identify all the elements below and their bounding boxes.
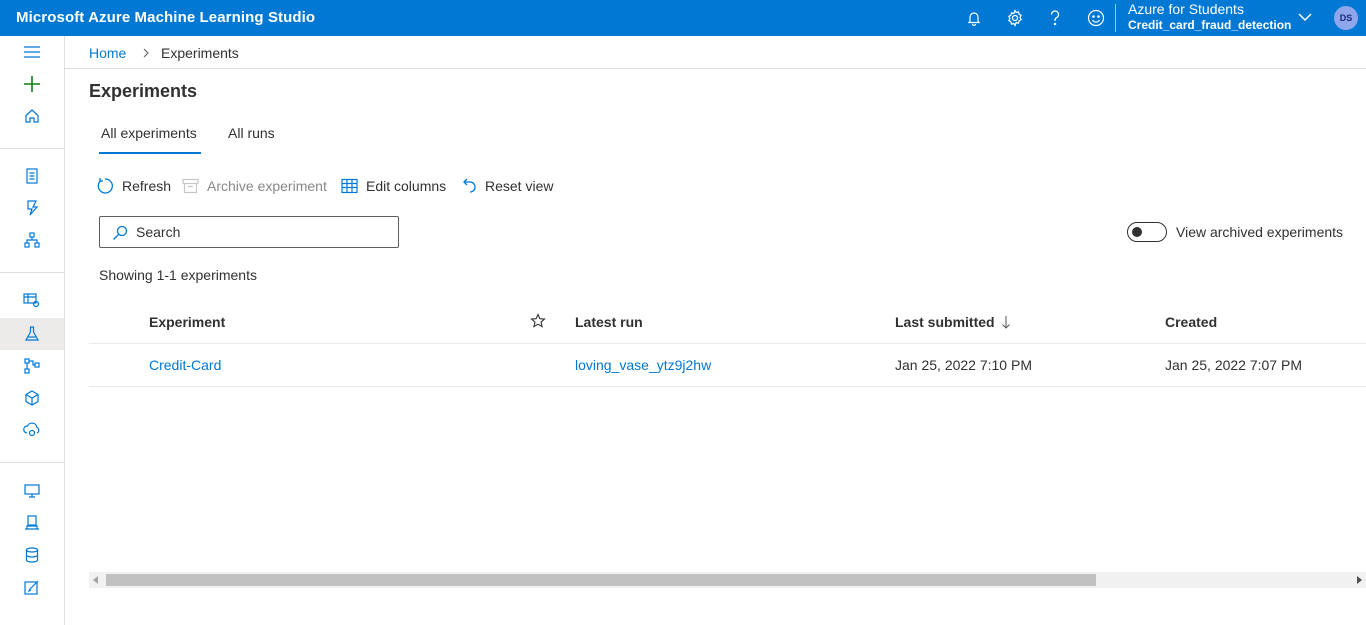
notebook-icon[interactable] [20,164,44,188]
toggle-knob [1132,227,1142,237]
active-tab-indicator [99,152,201,154]
chevron-down-icon[interactable] [1296,8,1314,26]
home-icon[interactable] [20,104,44,128]
latest-run-link[interactable]: loving_vase_ytz9j2hw [575,357,711,373]
nav-separator [0,148,64,149]
scrollbar-thumb[interactable] [106,574,1096,586]
reset-view-label: Reset view [485,178,554,194]
table-icon [341,178,358,194]
archive-experiment-button[interactable]: Archive experiment [182,176,327,196]
breadcrumb: Home Experiments [65,36,1366,69]
top-bar: Microsoft Azure Machine Learning Studio … [0,0,1366,36]
tab-all-runs[interactable]: All runs [228,125,275,141]
smiley-icon[interactable] [1084,6,1108,30]
scroll-right-icon[interactable] [1357,576,1362,584]
experiment-link[interactable]: Credit-Card [149,357,221,373]
chevron-right-icon [140,46,152,58]
subscription-name: Azure for Students [1128,1,1244,17]
header-separator [1115,4,1116,32]
edit-columns-label: Edit columns [366,178,447,194]
refresh-icon [97,178,113,194]
experiments-icon[interactable] [20,322,44,346]
app-title[interactable]: Microsoft Azure Machine Learning Studio [16,9,315,26]
nav-separator [0,272,64,273]
refresh-label: Refresh [122,178,172,194]
hamburger-icon[interactable] [20,40,44,64]
column-header-created[interactable]: Created [1165,314,1217,330]
column-header-last-submitted-label: Last submitted [895,314,995,330]
row-divider [89,386,1366,387]
horizontal-scrollbar[interactable] [89,572,1366,588]
tab-all-experiments[interactable]: All experiments [101,125,197,141]
datasets-icon[interactable] [20,288,44,312]
gear-icon[interactable] [1003,6,1027,30]
column-header-latest-run[interactable]: Latest run [575,314,643,330]
endpoints-icon[interactable] [20,418,44,442]
results-count: Showing 1-1 experiments [99,267,257,283]
workspace-selector[interactable]: Azure for Students Credit_card_fraud_det… [1128,1,1291,33]
plus-icon[interactable] [20,72,44,96]
labeling-icon[interactable] [20,575,44,599]
edit-columns-button[interactable]: Edit columns [341,176,446,196]
bell-icon[interactable] [962,6,986,30]
help-icon[interactable] [1043,6,1067,30]
archive-label: Archive experiment [207,178,327,194]
undo-icon [463,178,476,193]
breadcrumb-current: Experiments [161,45,239,61]
workspace-name: Credit_card_fraud_detection [1128,18,1292,32]
search-box [99,216,399,248]
column-header-experiment[interactable]: Experiment [149,314,225,330]
sort-descending-icon [1002,316,1011,329]
models-icon[interactable] [20,386,44,410]
designer-icon[interactable] [20,228,44,252]
last-submitted-cell: Jan 25, 2022 7:10 PM [895,357,1032,373]
refresh-button[interactable]: Refresh [96,176,171,196]
left-navigation [0,36,65,625]
search-input[interactable] [136,221,386,243]
pipelines-icon[interactable] [20,354,44,378]
compute-icon[interactable] [20,479,44,503]
view-archived-label: View archived experiments [1176,224,1344,240]
star-icon[interactable] [530,313,546,329]
avatar[interactable]: DS [1334,6,1358,30]
breadcrumb-home-link[interactable]: Home [89,45,126,61]
created-cell: Jan 25, 2022 7:07 PM [1165,357,1302,373]
automl-icon[interactable] [20,196,44,220]
archive-icon [182,178,199,194]
header-divider [89,343,1366,344]
nav-separator [0,462,64,463]
environments-icon[interactable] [20,511,44,535]
page-title: Experiments [89,81,198,101]
column-header-last-submitted[interactable]: Last submitted [895,314,1011,330]
search-icon [113,225,128,240]
view-archived-toggle[interactable] [1127,222,1167,242]
reset-view-button[interactable]: Reset view [461,176,553,196]
scroll-left-icon[interactable] [93,576,98,584]
datastores-icon[interactable] [20,543,44,567]
